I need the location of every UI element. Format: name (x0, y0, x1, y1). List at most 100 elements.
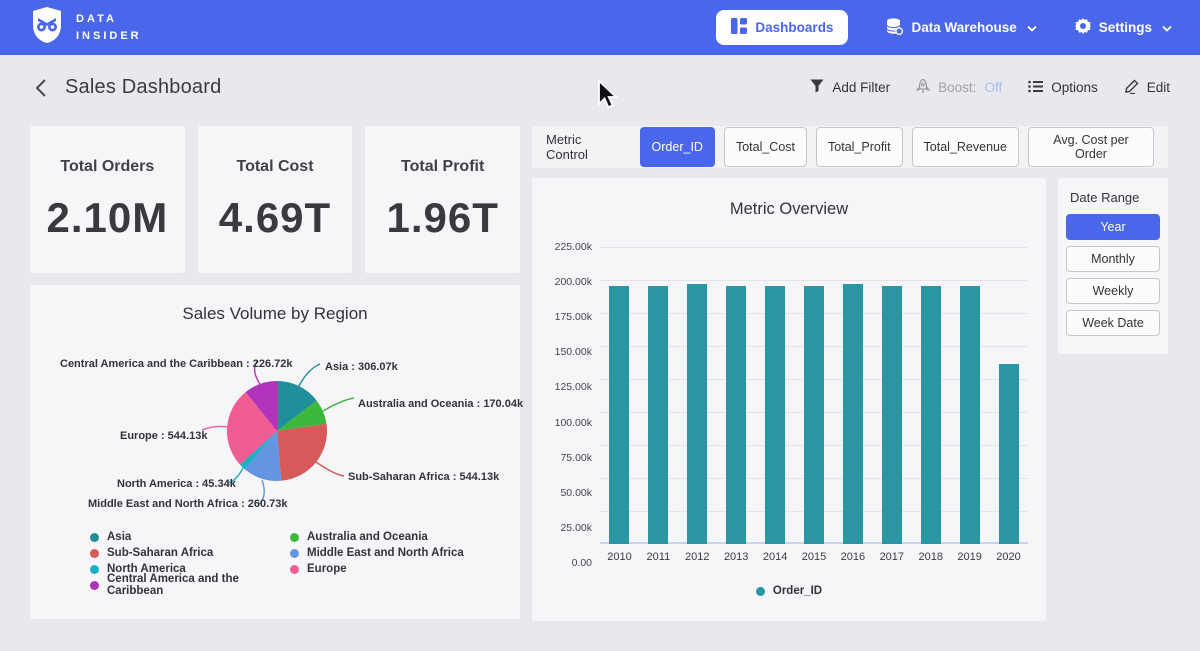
legend-label: Order_ID (773, 585, 822, 597)
legend-dot (756, 587, 765, 596)
bar-2011[interactable] (648, 286, 668, 544)
x-tick-label: 2016 (843, 551, 863, 563)
legend-item-middle-east-and-north-africa: Middle East and North Africa (290, 547, 478, 559)
date-option-year[interactable]: Year (1066, 214, 1160, 240)
legend-dot (290, 533, 299, 542)
metric-control-label: Metric Control (546, 132, 626, 162)
legend-label: Europe (307, 563, 347, 575)
pie-label-asia: Asia : 306.07k (325, 361, 398, 373)
kpi-value: 2.10M (46, 194, 168, 242)
metric-option-avg-cost-per-order[interactable]: Avg. Cost per Order (1028, 127, 1154, 167)
pie-chart-card: Sales Volume by Region AsiaSub-Saharan A… (30, 285, 520, 619)
legend-label: Sub-Saharan Africa (107, 547, 213, 559)
metric-option-total-profit[interactable]: Total_Profit (816, 127, 903, 167)
edit-button[interactable]: Edit (1124, 79, 1170, 97)
add-filter-button[interactable]: Add Filter (810, 79, 890, 96)
settings-menu[interactable]: Settings (1075, 18, 1172, 37)
x-tick-label: 2011 (648, 551, 668, 563)
boost-toggle[interactable]: Boost: Off (916, 79, 1002, 97)
bar-plot-area[interactable] (600, 247, 1028, 544)
page-header: Sales Dashboard Add Filter Boost: Off (0, 55, 1200, 120)
y-axis: 225.00k200.00k175.00k150.00k125.00k100.0… (542, 247, 600, 563)
y-tick-label: 50.00k (560, 487, 592, 499)
bar-chart-title: Metric Overview (532, 178, 1046, 219)
y-tick-label: 125.00k (555, 381, 592, 393)
pie-callout-line (323, 398, 354, 411)
pie-callout-line (316, 462, 344, 476)
chevron-down-icon (1027, 20, 1037, 35)
bar-2018[interactable] (921, 286, 941, 544)
list-icon (1028, 80, 1043, 96)
x-tick-label: 2013 (726, 551, 746, 563)
x-tick-label: 2010 (609, 551, 629, 563)
kpi-card-total-orders: Total Orders 2.10M (30, 126, 185, 273)
date-option-monthly[interactable]: Monthly (1066, 246, 1160, 272)
brand-line2: INSIDER (76, 28, 142, 45)
bar-2017[interactable] (882, 286, 902, 544)
legend-dot (290, 549, 299, 558)
edit-label: Edit (1147, 80, 1170, 95)
date-range-card: Date Range Year Monthly Weekly Week Date (1058, 178, 1168, 354)
bar-2013[interactable] (726, 286, 746, 544)
legend-label: Middle East and North Africa (307, 547, 464, 559)
y-tick-label: 200.00k (555, 276, 592, 288)
legend-item-central-america-and-the-caribbean: Central America and the Caribbean (90, 579, 278, 591)
x-tick-label: 2015 (804, 551, 824, 563)
chevron-down-icon (1162, 20, 1172, 35)
options-button[interactable]: Options (1028, 80, 1098, 96)
metric-control-bar: Metric Control Order_IDTotal_CostTotal_P… (532, 126, 1168, 168)
pie-slice-sub-saharan-africa[interactable] (277, 424, 327, 481)
date-range-label: Date Range (1070, 190, 1160, 205)
metric-option-order-id[interactable]: Order_ID (640, 127, 715, 167)
pie-label-sub-saharan-africa: Sub-Saharan Africa : 544.13k (348, 471, 499, 483)
pie-label-north-america: North America : 45.34k (117, 478, 236, 490)
legend-dot (90, 581, 99, 590)
date-option-week-date[interactable]: Week Date (1066, 310, 1160, 336)
x-tick-label: 2018 (921, 551, 941, 563)
bar-2012[interactable] (687, 284, 707, 544)
data-warehouse-menu[interactable]: Data Warehouse (886, 18, 1036, 38)
date-option-weekly[interactable]: Weekly (1066, 278, 1160, 304)
x-tick-label: 2017 (882, 551, 902, 563)
legend-dot (90, 549, 99, 558)
legend-label: Asia (107, 531, 131, 543)
bar-2020[interactable] (999, 364, 1019, 544)
pie-label-middle-east-and-north-africa: Middle East and North Africa : 260.73k (88, 498, 287, 510)
kpi-label: Total Orders (60, 158, 154, 176)
brand-logo: DATA INSIDER (30, 7, 142, 48)
options-label: Options (1051, 80, 1098, 95)
kpi-card-total-profit: Total Profit 1.96T (365, 126, 520, 273)
legend-item-europe: Europe (290, 563, 478, 575)
y-tick-label: 75.00k (560, 452, 592, 464)
bar-2019[interactable] (960, 286, 980, 544)
kpi-value: 4.69T (219, 194, 331, 242)
add-filter-label: Add Filter (832, 80, 890, 95)
y-tick-label: 25.00k (560, 522, 592, 534)
bar-2016[interactable] (843, 284, 863, 544)
settings-label: Settings (1099, 20, 1152, 35)
y-tick-label: 225.00k (555, 241, 592, 253)
data-warehouse-label: Data Warehouse (911, 20, 1016, 35)
pie-callout-line (299, 364, 320, 386)
y-tick-label: 150.00k (555, 346, 592, 358)
metric-option-total-revenue[interactable]: Total_Revenue (912, 127, 1019, 167)
x-tick-label: 2014 (765, 551, 785, 563)
x-tick-label: 2020 (999, 551, 1019, 563)
bar-chart-legend: Order_ID (532, 585, 1046, 597)
legend-label: Australia and Oceania (307, 531, 428, 543)
y-tick-label: 0.00 (572, 557, 592, 569)
bar-2010[interactable] (609, 286, 629, 544)
pencil-icon (1124, 79, 1139, 97)
metric-option-total-cost[interactable]: Total_Cost (724, 127, 807, 167)
y-tick-label: 175.00k (555, 311, 592, 323)
dashboards-label: Dashboards (755, 20, 833, 35)
bar-2014[interactable] (765, 286, 785, 544)
legend-item-australia-and-oceania: Australia and Oceania (290, 531, 478, 543)
database-icon (886, 18, 903, 38)
legend-item-sub-saharan-africa: Sub-Saharan Africa (90, 547, 278, 559)
dashboards-button[interactable]: Dashboards (716, 10, 848, 45)
back-button[interactable] (30, 74, 51, 102)
bar-2015[interactable] (804, 286, 824, 544)
boost-label: Boost: (938, 80, 976, 95)
top-navbar: DATA INSIDER Dashboards (0, 0, 1200, 55)
